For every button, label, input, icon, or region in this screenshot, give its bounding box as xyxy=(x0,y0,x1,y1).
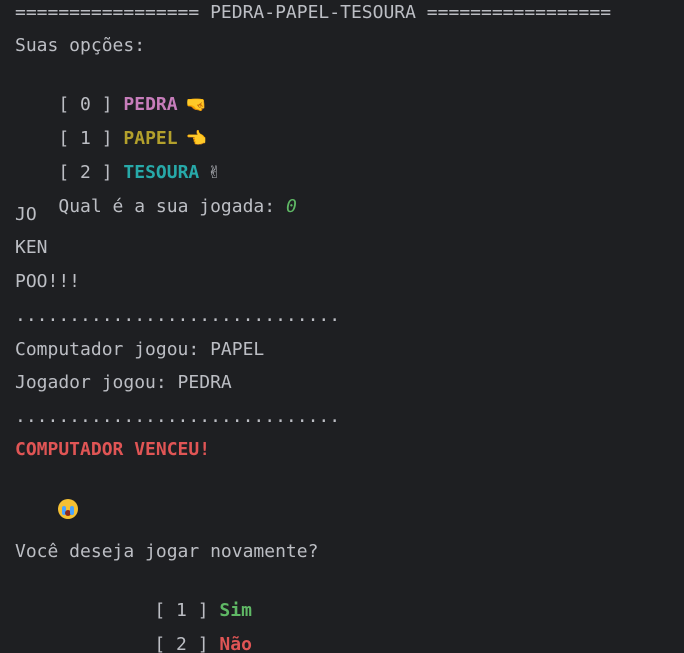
options-title: Suas opções: xyxy=(15,35,146,56)
separator-top: .............................. xyxy=(15,305,341,326)
option-papel: [ 1 ] PAPEL 👈 xyxy=(15,100,206,149)
play-again-option-yes[interactable]: [ 1 ] Sim xyxy=(111,572,252,621)
computer-move: Computador jogou: PAPEL xyxy=(15,339,265,360)
result-message: COMPUTADOR VENCEU! xyxy=(15,439,211,460)
move-prompt-label: Qual é a sua jogada: xyxy=(58,196,286,217)
chant-line-1: JO xyxy=(15,204,37,225)
chant-line-3: POO!!! xyxy=(15,271,81,292)
option-pedra: [ 0 ] PEDRA 🤜 xyxy=(15,66,206,115)
option-label-nao: Não xyxy=(219,634,252,653)
option-tesoura: [ 2 ] TESOURA ✌ xyxy=(15,134,221,183)
result-emoji xyxy=(15,471,79,519)
game-header: ================= PEDRA-PAPEL-TESOURA ==… xyxy=(15,2,612,23)
move-prompt: Qual é a sua jogada: 0 xyxy=(15,168,296,217)
separator-bottom: .............................. xyxy=(15,406,341,427)
player-move: Jogador jogou: PEDRA xyxy=(15,372,232,393)
option-bracket: [ 2 ] xyxy=(154,634,220,653)
play-again-option-no[interactable]: [ 2 ] Não xyxy=(111,606,252,653)
terminal-output: ================= PEDRA-PAPEL-TESOURA ==… xyxy=(0,0,684,653)
chant-line-2: KEN xyxy=(15,237,48,258)
play-again-question: Você deseja jogar novamente? xyxy=(15,541,319,562)
crying-face-icon xyxy=(58,498,79,519)
move-input-value[interactable]: 0 xyxy=(286,196,297,217)
